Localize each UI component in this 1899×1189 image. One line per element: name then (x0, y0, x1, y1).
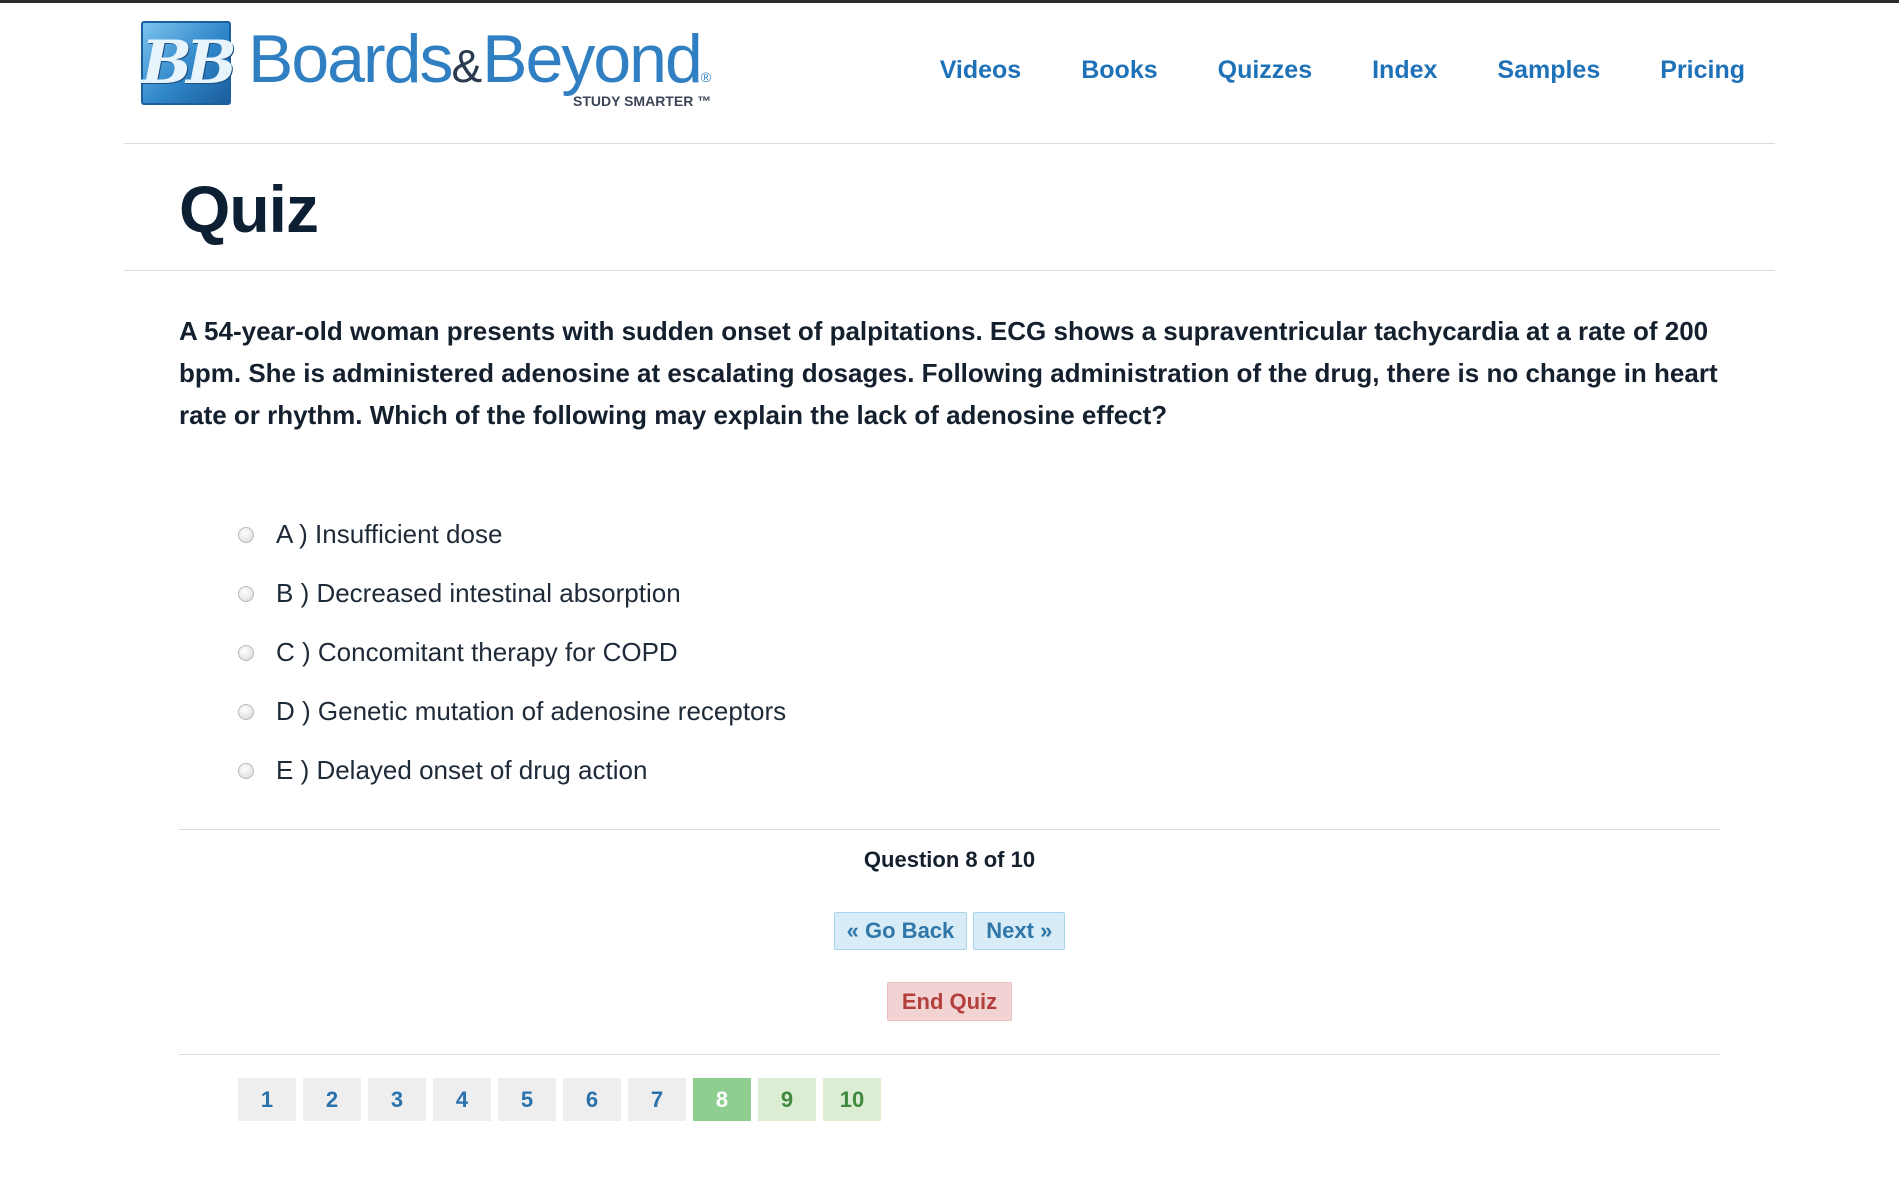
answer-option-label[interactable]: C ) Concomitant therapy for COPD (276, 637, 678, 668)
page-link-8-current[interactable]: 8 (693, 1078, 751, 1121)
brand-name-part1: Boards (248, 21, 453, 97)
page-link-2[interactable]: 2 (303, 1078, 361, 1121)
site-header: BB Boards&Beyond® STUDY SMARTER ™ Videos… (124, 3, 1775, 144)
page-link-3[interactable]: 3 (368, 1078, 426, 1121)
nav-link-samples[interactable]: Samples (1497, 56, 1600, 85)
radio-button-a[interactable] (238, 526, 254, 543)
page-link-9[interactable]: 9 (758, 1078, 816, 1121)
nav-link-quizzes[interactable]: Quizzes (1218, 56, 1312, 85)
answer-option-label[interactable]: E ) Delayed onset of drug action (276, 755, 647, 786)
answer-option-label[interactable]: B ) Decreased intestinal absorption (276, 578, 681, 609)
page-title-section: Quiz (124, 143, 1775, 271)
brand-tagline: STUDY SMARTER ™ (573, 93, 712, 109)
registered-mark: ® (700, 69, 711, 85)
answer-option-label[interactable]: D ) Genetic mutation of adenosine recept… (276, 696, 786, 727)
answer-option-b[interactable]: B ) Decreased intestinal absorption (238, 564, 786, 623)
page-link-5[interactable]: 5 (498, 1078, 556, 1121)
answer-option-label[interactable]: A ) Insufficient dose (276, 519, 502, 550)
answer-option-d[interactable]: D ) Genetic mutation of adenosine recept… (238, 682, 786, 741)
page-link-4[interactable]: 4 (433, 1078, 491, 1121)
logo-wordmark: Boards&Beyond® STUDY SMARTER ™ (248, 21, 718, 109)
answer-options: A ) Insufficient dose B ) Decreased inte… (238, 505, 786, 800)
divider (179, 829, 1720, 830)
nav-link-books[interactable]: Books (1081, 56, 1157, 85)
question-counter: Question 8 of 10 (863, 847, 1036, 872)
answer-option-a[interactable]: A ) Insufficient dose (238, 505, 786, 564)
nav-link-videos[interactable]: Videos (940, 56, 1022, 85)
nav-link-pricing[interactable]: Pricing (1660, 56, 1745, 85)
page-link-6[interactable]: 6 (563, 1078, 621, 1121)
answer-option-e[interactable]: E ) Delayed onset of drug action (238, 741, 786, 800)
radio-button-e[interactable] (238, 762, 254, 779)
divider (179, 1054, 1720, 1055)
page-link-10[interactable]: 10 (823, 1078, 881, 1121)
radio-button-d[interactable] (238, 703, 254, 720)
nav-link-index[interactable]: Index (1372, 56, 1437, 85)
brand-name-part2: Beyond (482, 21, 703, 97)
main-nav: Videos Books Quizzes Index Samples Prici… (880, 56, 1745, 85)
go-back-button[interactable]: « Go Back (833, 912, 968, 950)
radio-button-c[interactable] (238, 644, 254, 661)
answer-option-c[interactable]: C ) Concomitant therapy for COPD (238, 623, 786, 682)
next-button[interactable]: Next » (973, 912, 1066, 950)
end-quiz-wrap: End Quiz (179, 982, 1720, 1021)
question-text: A 54-year-old woman presents with sudden… (179, 316, 1718, 430)
page-title: Quiz (179, 172, 319, 246)
page-link-7[interactable]: 7 (628, 1078, 686, 1121)
brand-ampersand: & (451, 40, 483, 92)
radio-button-b[interactable] (238, 585, 254, 602)
site-logo[interactable]: BB Boards&Beyond® STUDY SMARTER ™ (141, 21, 718, 109)
page-link-1[interactable]: 1 (238, 1078, 296, 1121)
quiz-navigation: « Go Back Next » (179, 912, 1720, 950)
end-quiz-button[interactable]: End Quiz (886, 982, 1013, 1021)
logo-mark-icon: BB (141, 21, 237, 105)
question-pagination: 1 2 3 4 5 6 7 8 9 10 (238, 1078, 881, 1121)
brand-name: Boards&Beyond® (248, 25, 711, 93)
